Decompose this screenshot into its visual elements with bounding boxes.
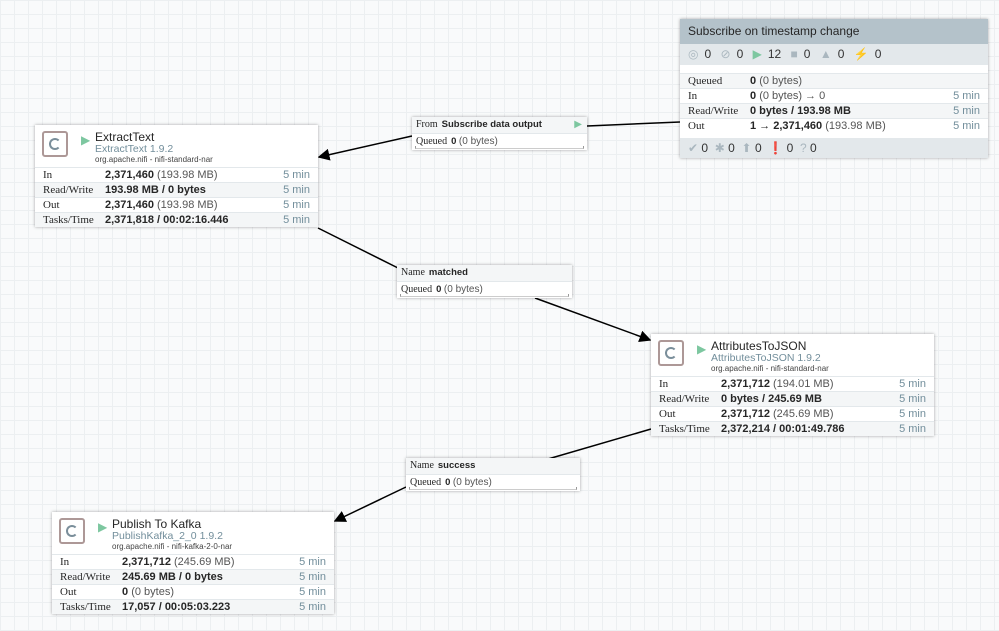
stat-row: Out 1 → 2,371,460 (193.98 MB) 5 min — [680, 118, 988, 133]
processor-type: AttributesToJSON 1.9.2 — [711, 352, 821, 364]
stat-row: Out 2,371,712 (245.69 MB) 5 min — [651, 406, 934, 421]
processor-extracttext[interactable]: ▶ ExtractText ExtractText 1.9.2 org.apache… — [35, 125, 318, 227]
stale-icon: ⬆ — [741, 141, 752, 155]
running-icon: ▶ — [697, 342, 707, 356]
up-to-date-icon: ✔ — [688, 141, 699, 155]
connection-line — [333, 486, 407, 522]
stat-row: Read/Write 0 bytes / 245.69 MB 5 min — [651, 391, 934, 406]
processor-bundle: org.apache.nifi - nifi-standard-nar — [711, 364, 829, 373]
process-group[interactable]: Subscribe on timestamp change ◎ 0 ⊘ 0 ▶ 12 … — [680, 19, 988, 158]
connection-success[interactable]: Name success Queued 0 (0 bytes) — [406, 458, 580, 491]
running-icon: ▶ — [752, 47, 762, 61]
processor-name: Publish To Kafka — [112, 517, 202, 531]
stat-row: In 2,371,712 (194.01 MB) 5 min — [651, 376, 934, 391]
connection-line — [586, 121, 681, 127]
stat-row: Queued 0 (0 bytes) — [680, 73, 988, 88]
processor-attributestojson[interactable]: ▶ AttributesToJSON AttributesToJSON 1.9.2… — [651, 334, 934, 436]
connection-line — [317, 135, 413, 161]
stat-row: Tasks/Time 2,371,818 / 00:02:16.446 5 min — [35, 212, 318, 227]
stat-row: In 0 (0 bytes) → 05 min — [680, 88, 988, 103]
process-group-status: ◎ 0 ⊘ 0 ▶ 12 ■ 0 ▲ 0 ⚡ 0 — [680, 44, 988, 65]
connection-matched[interactable]: Name matched Queued 0 (0 bytes) — [397, 265, 572, 298]
processor-icon — [42, 131, 68, 157]
processor-bundle: org.apache.nifi - nifi-standard-nar — [95, 155, 213, 164]
running-icon: ▶ — [574, 119, 582, 130]
modified-stale-icon: ❗ — [768, 141, 784, 155]
process-group-name: Subscribe on timestamp change — [680, 19, 988, 44]
running-icon: ▶ — [98, 520, 108, 534]
invalid-icon: ▲ — [819, 47, 832, 61]
processor-icon — [59, 518, 85, 544]
stat-row: In 2,371,460 (193.98 MB) 5 min — [35, 167, 318, 182]
stat-row: Read/Write 193.98 MB / 0 bytes 5 min — [35, 182, 318, 197]
not-transmitting-icon: ⊘ — [720, 47, 731, 61]
connection-subscribe-data-output[interactable]: From Subscribe data output ▶ Queued 0 (0 by… — [412, 117, 587, 150]
connection-line — [547, 428, 652, 460]
processor-icon — [658, 340, 684, 366]
version-status-bar: ✔ 0 ✱ 0 ⬆ 0 ❗ 0 ? 0 — [680, 138, 988, 158]
connection-line — [317, 227, 399, 269]
stat-row: Out 0 (0 bytes) 5 min — [52, 584, 334, 599]
queue-bar — [415, 146, 584, 149]
transmitting-icon: ◎ — [688, 47, 699, 61]
stat-row: Read/Write 245.69 MB / 0 bytes 5 min — [52, 569, 334, 584]
stat-row: Read/Write 0 bytes / 193.98 MB 5 min — [680, 103, 988, 118]
queue-bar — [409, 487, 577, 490]
stat-row: Tasks/Time 17,057 / 00:05:03.223 5 min — [52, 599, 334, 614]
processor-name: ExtractText — [95, 130, 155, 144]
stat-row: Out 2,371,460 (193.98 MB) 5 min — [35, 197, 318, 212]
disabled-icon: ⚡ — [853, 47, 869, 61]
processor-name: AttributesToJSON — [711, 339, 807, 353]
processor-type: ExtractText 1.9.2 — [95, 143, 174, 155]
stat-row: In 2,371,712 (245.69 MB) 5 min — [52, 554, 334, 569]
sync-failure-icon: ? — [799, 141, 807, 155]
processor-publish-to-kafka[interactable]: ▶ Publish To Kafka PublishKafka_2_0 1.9.2… — [52, 512, 334, 614]
connection-line — [534, 297, 652, 343]
processor-bundle: org.apache.nifi - nifi-kafka-2-0-nar — [112, 542, 233, 551]
running-icon: ▶ — [81, 133, 91, 147]
stopped-icon: ■ — [790, 47, 798, 61]
queue-bar — [400, 294, 569, 297]
processor-type: PublishKafka_2_0 1.9.2 — [112, 530, 223, 542]
stat-row: Tasks/Time 2,372,214 / 00:01:49.786 5 min — [651, 421, 934, 436]
locally-modified-icon: ✱ — [714, 141, 725, 155]
